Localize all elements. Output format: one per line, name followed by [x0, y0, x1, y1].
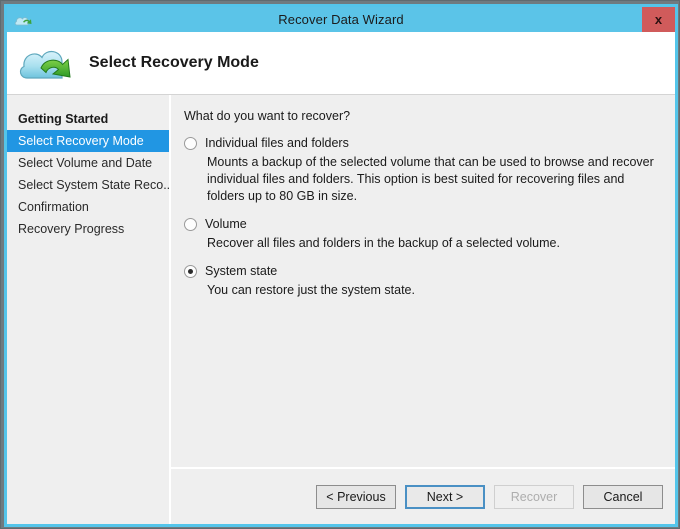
option-system-state: System state You can restore just the sy… [182, 264, 659, 299]
option-individual-files-label: Individual files and folders [205, 136, 349, 150]
wizard-steps-sidebar: Getting Started Select Recovery Mode Sel… [7, 95, 174, 524]
sidebar-item-select-recovery-mode[interactable]: Select Recovery Mode [7, 130, 169, 152]
sidebar-item-select-system-state-recovery[interactable]: Select System State Reco... [7, 174, 174, 196]
wizard-window: Recover Data Wizard x Select Recovery Mo… [0, 0, 680, 529]
close-icon[interactable]: x [642, 7, 675, 32]
window-title: Recover Data Wizard [278, 12, 404, 27]
option-individual-files: Individual files and folders Mounts a ba… [182, 136, 659, 205]
sidebar-item-select-volume-and-date[interactable]: Select Volume and Date [7, 152, 169, 174]
sidebar-item-confirmation[interactable]: Confirmation [7, 196, 169, 218]
previous-button[interactable]: < Previous [316, 484, 396, 509]
wizard-content: What do you want to recover? Individual … [171, 95, 675, 524]
wizard-footer: < Previous Next > Recover Cancel [171, 467, 675, 524]
option-volume-row[interactable]: Volume [182, 217, 659, 232]
option-volume: Volume Recover all files and folders in … [182, 217, 659, 252]
page-title: Select Recovery Mode [89, 54, 259, 71]
radio-system-state[interactable] [184, 265, 197, 278]
cloud-recovery-icon [17, 38, 79, 88]
wizard-body: Getting Started Select Recovery Mode Sel… [7, 95, 675, 524]
radio-volume[interactable] [184, 218, 197, 231]
recovery-options-panel: What do you want to recover? Individual … [171, 95, 675, 467]
next-button[interactable]: Next > [405, 484, 485, 509]
question-label: What do you want to recover? [184, 109, 351, 123]
option-individual-files-description: Mounts a backup of the selected volume t… [207, 155, 654, 203]
sidebar-item-recovery-progress[interactable]: Recovery Progress [7, 218, 169, 240]
sidebar-item-getting-started[interactable]: Getting Started [7, 108, 169, 130]
option-system-state-label: System state [205, 264, 278, 278]
option-system-state-row[interactable]: System state [182, 264, 659, 279]
wizard-header: Select Recovery Mode [7, 32, 675, 95]
title-bar: Recover Data Wizard x [7, 7, 675, 32]
cancel-button[interactable]: Cancel [583, 484, 663, 509]
option-volume-label: Volume [205, 217, 247, 231]
cloud-arrow-icon [14, 11, 36, 29]
window-inner-frame: Recover Data Wizard x Select Recovery Mo… [4, 4, 678, 527]
option-individual-files-row[interactable]: Individual files and folders [182, 136, 659, 151]
option-system-state-description: You can restore just the system state. [207, 283, 415, 297]
option-volume-description: Recover all files and folders in the bac… [207, 236, 560, 250]
recover-button: Recover [494, 484, 574, 509]
radio-individual-files[interactable] [184, 137, 197, 150]
